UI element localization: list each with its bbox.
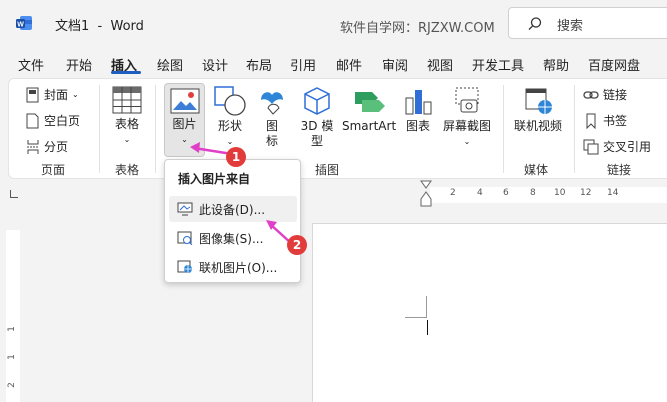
step-badge-1: 1 (226, 147, 246, 167)
step-badge-2: 2 (287, 235, 307, 255)
annotation-arrow (190, 142, 293, 245)
